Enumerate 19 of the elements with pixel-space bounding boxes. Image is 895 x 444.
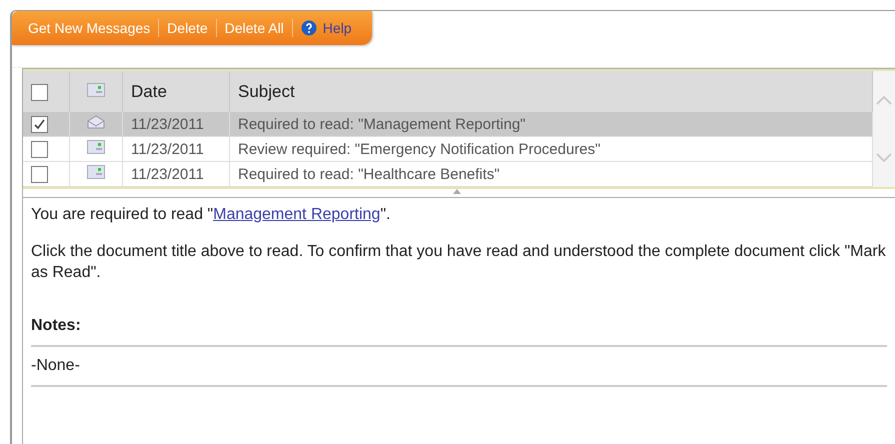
message-text: Click the document title above to read. To confirm that you have read and understood the complete document click "Mark as Read". [31, 242, 887, 283]
help-icon [300, 20, 317, 36]
notes-text: -None- [31, 347, 887, 387]
checkbox[interactable] [31, 140, 48, 158]
column-header[interactable]: Subject [230, 71, 872, 112]
message-row[interactable]: 11/23/2011 Required to read: "Management Reporting" [23, 112, 872, 136]
checkbox[interactable] [31, 84, 48, 101]
message-icon [87, 82, 105, 96]
notes-label: Notes: [31, 317, 887, 347]
splitter-handle-icon[interactable] [453, 189, 461, 194]
column-header[interactable]: Date [122, 71, 230, 112]
checkbox[interactable] [31, 166, 48, 183]
message-row[interactable]: 11/23/2011 Review required: "Emergency Notification Procedures" [23, 136, 872, 162]
message-text: You are required to read "Management Reporting". [31, 205, 392, 225]
message-row[interactable]: 11/23/2011 Required to read: "Healthcare Benefits" [23, 162, 872, 186]
document-link[interactable]: Management Reporting [213, 206, 380, 223]
checkbox[interactable] [31, 116, 48, 133]
help-button[interactable]: Help [292, 20, 360, 36]
date-cell: 11/23/2011 [122, 162, 230, 186]
